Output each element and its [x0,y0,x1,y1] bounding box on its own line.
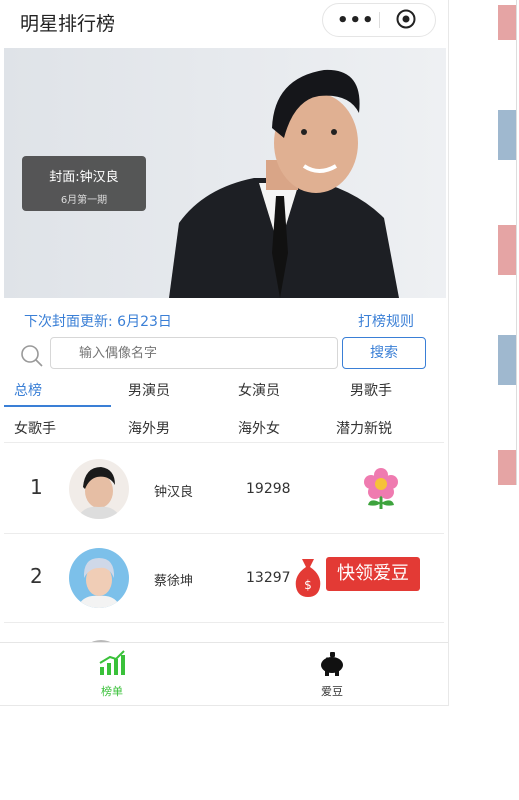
tab-rising-stars[interactable]: 潜力新锐 [336,418,392,438]
more-dots-icon[interactable]: ••• [337,10,375,31]
avatar [69,548,129,608]
close-target-icon[interactable] [396,9,416,29]
page-title: 明星排行榜 [20,13,116,35]
vote-count: 13297 [246,570,291,586]
ranking-rules-link[interactable]: 打榜规则 [358,311,414,331]
cover-label-badge: 封面:钟汉良 6月第一期 [22,156,146,211]
search-button[interactable]: 搜索 [342,337,426,369]
ranking-row[interactable]: 1 钟汉良 19298 [4,445,444,534]
piggy-bank-icon [321,652,343,676]
mini-program-screen: 明星排行榜 ••• 封面:钟汉良 6月第一期 下次封面更新: 6月23日 打榜规… [0,0,449,706]
avatar [69,459,129,519]
tab-overseas-male[interactable]: 海外男 [128,418,170,438]
chart-bars-icon [99,650,125,675]
tab-actor[interactable]: 男演员 [128,380,170,400]
rank-number: 2 [30,564,43,588]
search-icon [21,345,43,367]
active-tab-indicator [4,405,111,407]
capsule-divider [379,12,380,28]
flower-vote-icon[interactable] [356,463,406,513]
bottom-tab-bar: 榜单 爱豆 [0,642,448,705]
star-name: 蔡徐坤 [154,574,194,589]
next-cover-update: 下次封面更新: 6月23日 [24,314,172,330]
cover-star-label: 封面:钟汉良 [49,170,119,185]
cover-banner[interactable]: 封面:钟汉良 6月第一期 [4,48,446,298]
ranking-row-partial [4,623,444,645]
nav-header: 明星排行榜 ••• [0,0,448,44]
tab-overseas-female[interactable]: 海外女 [238,418,280,438]
tab-overall[interactable]: 总榜 [14,380,42,400]
tabbar-item-rankings[interactable]: 榜单 [72,649,152,699]
star-name: 钟汉良 [154,485,194,500]
vote-count: 19298 [246,481,291,497]
tabs-divider [4,442,444,443]
tabbar-item-idol[interactable]: 爱豆 [292,649,372,699]
svg-text:$: $ [304,578,312,592]
cover-issue-label: 6月第一期 [60,195,108,206]
rank-number: 1 [30,475,43,499]
promo-label: 快领爱豆 [326,557,420,591]
tab-actress[interactable]: 女演员 [238,380,280,400]
tabbar-label: 榜单 [101,685,123,698]
idol-search-input[interactable] [50,337,338,369]
tab-female-singer[interactable]: 女歌手 [14,418,56,438]
menu-capsule: ••• [322,3,436,37]
claim-idol-promo[interactable]: $ 快领爱豆 [292,553,424,599]
tabbar-label: 爱豆 [321,685,343,698]
side-envelope-strip [498,0,517,485]
money-bag-icon: $ [295,559,321,597]
tab-male-singer[interactable]: 男歌手 [350,380,392,400]
